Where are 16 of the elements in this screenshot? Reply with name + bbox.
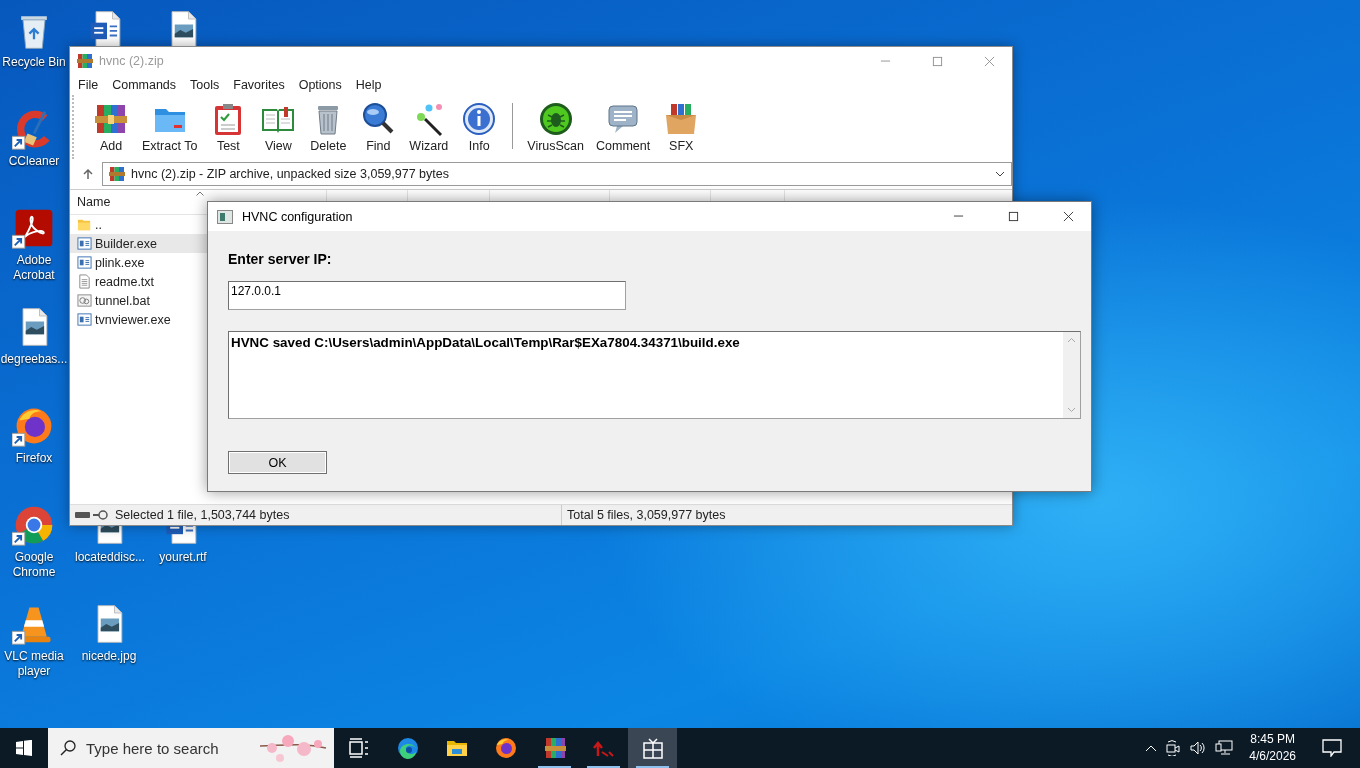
archive-path: hvnc (2).zip - ZIP archive, unpacked size 3,059,977 bytes bbox=[131, 167, 450, 181]
window-title: HVNC configuration bbox=[242, 209, 354, 224]
field-label: Enter server IP: bbox=[228, 251, 332, 267]
date-text: 4/6/2026 bbox=[1249, 748, 1296, 765]
status-text: Total 5 files, 3,059,977 bytes bbox=[566, 508, 727, 522]
file-name: Builder.exe bbox=[95, 236, 157, 251]
file-name: .. bbox=[95, 217, 102, 232]
time-text: 8:45 PM bbox=[1250, 731, 1295, 748]
file-name: tunnel.bat bbox=[95, 293, 150, 308]
file-name: tvnviewer.exe bbox=[95, 312, 171, 327]
window-title: hvnc (2).zip bbox=[99, 54, 165, 68]
status-text: Selected 1 file, 1,503,744 bytes bbox=[115, 508, 290, 522]
search-placeholder: Type here to search bbox=[86, 739, 219, 757]
file-name: readme.txt bbox=[95, 274, 155, 289]
log-text: HVNC saved C:\Users\admin\AppData\Local\Temp\Rar$EXa7804.34371\build.exe bbox=[230, 334, 741, 352]
file-name: plink.exe bbox=[95, 255, 145, 270]
